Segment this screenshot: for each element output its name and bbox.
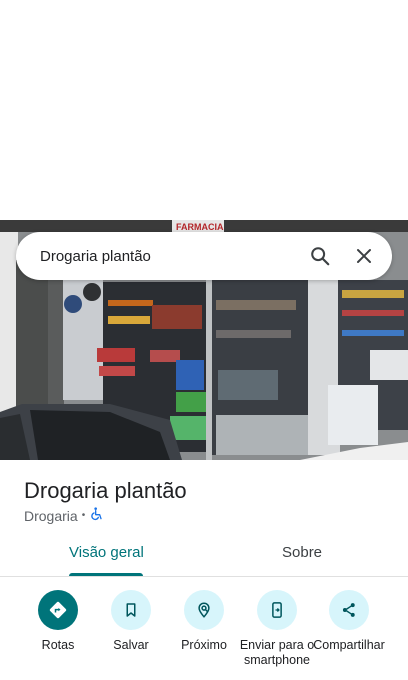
share-label: Compartilhar	[313, 638, 385, 652]
place-title: Drogaria plantão	[24, 478, 187, 503]
wheelchair-accessible-icon	[89, 506, 105, 525]
send-to-phone-label: Enviar para o smartphone	[239, 638, 315, 667]
tab-overview[interactable]: Visão geral	[69, 544, 144, 561]
share-button[interactable]: Compartilhar	[309, 590, 389, 653]
save-button[interactable]: Salvar	[91, 590, 171, 653]
save-label: Salvar	[113, 638, 149, 652]
nearby-button[interactable]: Próximo	[164, 590, 244, 653]
tab-bar: Visão geral Sobre	[0, 532, 408, 577]
separator-dot: •	[81, 510, 86, 521]
place-category: Drogaria	[24, 507, 78, 524]
share-icon	[329, 590, 369, 630]
search-bar[interactable]: Drogaria plantão	[16, 232, 392, 280]
place-subtitle: Drogaria •	[24, 506, 105, 525]
store-sign-text: FARMACIA	[176, 222, 224, 232]
tab-about[interactable]: Sobre	[282, 544, 322, 561]
directions-button[interactable]: Rotas	[18, 590, 98, 653]
close-icon[interactable]	[348, 240, 380, 272]
place-sheet: Drogaria plantão Drogaria • Visão geral …	[0, 460, 408, 680]
search-input[interactable]: Drogaria plantão	[40, 248, 304, 265]
directions-label: Rotas	[41, 638, 75, 652]
send-to-phone-icon	[257, 590, 297, 630]
bookmark-icon	[111, 590, 151, 630]
active-tab-indicator	[69, 573, 143, 576]
directions-icon	[38, 590, 78, 630]
action-row: Rotas Salvar Próximo Enviar para o smart…	[0, 590, 408, 680]
nearby-label: Próximo	[181, 638, 227, 652]
search-icon[interactable]	[304, 240, 336, 272]
map-blank-area	[0, 0, 408, 220]
send-to-phone-button[interactable]: Enviar para o smartphone	[237, 590, 317, 668]
nearby-icon	[184, 590, 224, 630]
